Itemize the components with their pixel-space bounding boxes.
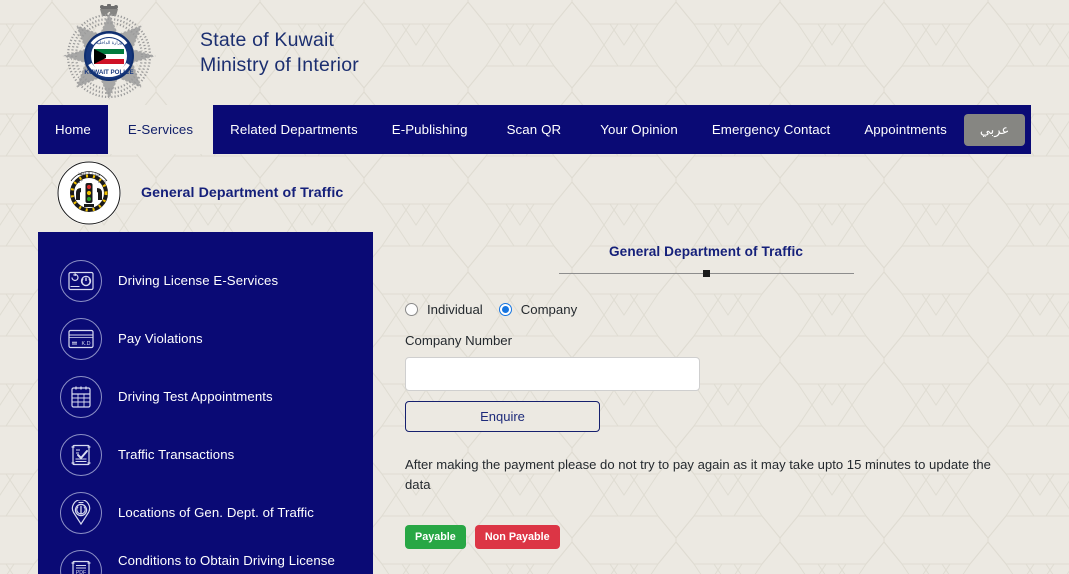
site-title-line2: Ministry of Interior: [200, 53, 359, 76]
kd-payment-card-icon: K.D: [60, 318, 102, 360]
radio-company-label[interactable]: Company: [521, 302, 577, 317]
page-title: General Department of Traffic: [608, 244, 803, 259]
department-header: وزارة الداخلية الإدارة العامة للمرور Gen…: [38, 154, 1031, 232]
site-header: KUWAIT POLICE وزارة الداخلية State of Ku…: [0, 0, 1069, 105]
status-legend: Payable Non Payable: [405, 524, 1007, 549]
status-badge-non-payable: Non Payable: [474, 524, 560, 549]
kuwait-police-emblem: KUWAIT POLICE وزارة الداخلية: [56, 3, 162, 104]
main-navigation: Home E-Services Related Departments E-Pu…: [38, 105, 1031, 154]
nav-item-your-opinion[interactable]: Your Opinion: [578, 105, 695, 154]
license-card-icon: [60, 260, 102, 302]
calendar-icon: [60, 376, 102, 418]
map-pin-icon: [60, 492, 102, 534]
sidebar-menu: Driving License E-Services K.D Pay Viola…: [38, 232, 373, 574]
sidebar-item-pay-violations[interactable]: K.D Pay Violations: [38, 310, 373, 368]
sidebar-item-driving-test-appointments[interactable]: Driving Test Appointments: [38, 368, 373, 426]
company-number-label: Company Number: [405, 333, 513, 348]
radio-individual[interactable]: [405, 303, 418, 316]
sidebar-item-label: Conditions to Obtain Driving License (No…: [118, 553, 335, 574]
general-department-of-traffic-emblem: وزارة الداخلية الإدارة العامة للمرور: [54, 159, 124, 227]
checked-document-icon: [60, 434, 102, 476]
nav-item-appointments[interactable]: Appointments: [847, 105, 964, 154]
sidebar-item-label: Driving License E-Services: [118, 273, 279, 289]
sidebar-item-conditions-to-obtain-driving-license[interactable]: PDF Conditions to Obtain Driving License…: [38, 542, 373, 574]
payment-notice: After making the payment please do not t…: [405, 457, 991, 493]
sidebar-item-label: Pay Violations: [118, 331, 203, 347]
pdf-document-icon: PDF: [60, 550, 102, 574]
sidebar-item-traffic-transactions[interactable]: Traffic Transactions: [38, 426, 373, 484]
title-divider: [558, 267, 854, 281]
sidebar-item-driving-license-e-services[interactable]: Driving License E-Services: [38, 252, 373, 310]
svg-text:PDF: PDF: [76, 570, 86, 574]
department-name: General Department of Traffic: [141, 185, 344, 201]
sidebar-item-label: Locations of Gen. Dept. of Traffic: [118, 505, 314, 521]
main-content: General Department of Traffic Individual…: [373, 232, 1031, 549]
company-number-input[interactable]: [405, 357, 700, 391]
sidebar-item-label: Driving Test Appointments: [118, 389, 273, 405]
divider-dot: [702, 270, 710, 277]
site-title: State of Kuwait Ministry of Interior: [200, 28, 359, 78]
radio-individual-label[interactable]: Individual: [427, 302, 483, 317]
nav-item-home[interactable]: Home: [38, 105, 108, 154]
status-badge-payable: Payable: [405, 524, 466, 549]
sidebar-item-label: Traffic Transactions: [118, 447, 235, 463]
svg-text:K.D: K.D: [82, 341, 91, 347]
nav-item-e-publishing[interactable]: E-Publishing: [375, 105, 485, 154]
page-body: Driving License E-Services K.D Pay Viola…: [38, 232, 1031, 574]
radio-company[interactable]: [498, 303, 512, 316]
nav-item-e-services[interactable]: E-Services: [107, 105, 214, 154]
site-title-line1: State of Kuwait: [200, 28, 335, 51]
enquiry-type-radio-group: Individual Company: [405, 302, 1007, 317]
svg-text:KUWAIT POLICE: KUWAIT POLICE: [84, 69, 133, 76]
nav-item-emergency-contact[interactable]: Emergency Contact: [695, 105, 847, 154]
enquire-button[interactable]: Enquire: [405, 401, 600, 432]
sidebar-item-locations-of-gen-dept-of-traffic[interactable]: Locations of Gen. Dept. of Traffic: [38, 484, 373, 542]
nav-item-scan-qr[interactable]: Scan QR: [485, 105, 579, 154]
nav-item-related-departments[interactable]: Related Departments: [213, 105, 375, 154]
language-toggle-button[interactable]: عربي: [963, 113, 1026, 146]
